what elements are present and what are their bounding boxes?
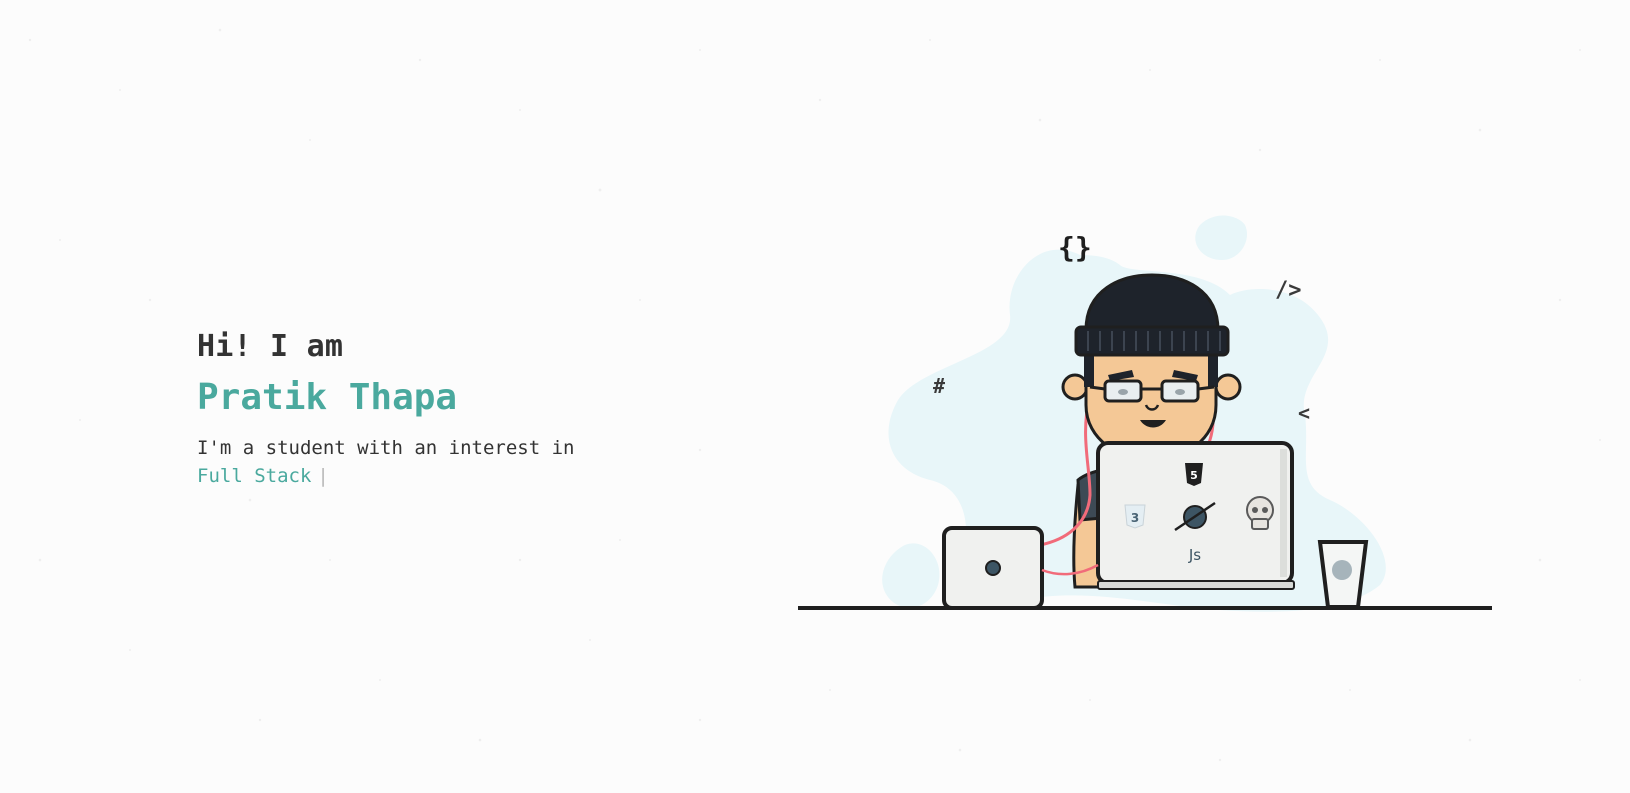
landing-page: Hi! I am Pratik Thapa I'm a student with… [0, 0, 1630, 793]
developer-illustration: {} /> # < 5 3 Js [798, 215, 1492, 612]
laptop-lid-shade [1280, 449, 1287, 577]
typing-cursor: | [317, 465, 329, 487]
typed-interest: Full Stack [197, 465, 312, 487]
glasses-arm-left [1089, 385, 1106, 391]
greeting-heading: Hi! I am [197, 329, 344, 364]
js-sticker-text: Js [1188, 546, 1201, 564]
eye-left [1118, 389, 1128, 395]
svg-text:5: 5 [1190, 469, 1198, 482]
laptop-base [1097, 580, 1295, 590]
speaker-button [985, 560, 1001, 576]
intro-text: I'm a student with an interest in [197, 437, 575, 459]
background-blob-left [882, 543, 940, 608]
beanie-band [1074, 325, 1230, 357]
hair-left [1084, 355, 1094, 387]
glass-bubble [1332, 560, 1352, 580]
css3-icon: 3 [1124, 504, 1146, 529]
hero-text: Hi! I am Pratik Thapa I'm a student with… [197, 326, 657, 490]
background-blob-small [1195, 215, 1248, 260]
eye-right [1175, 389, 1185, 395]
name-heading: Pratik Thapa [197, 377, 458, 418]
code-slash-icon: /> [1275, 278, 1302, 303]
glasses-arm-right [1197, 385, 1215, 391]
interest-line: Full Stack | [197, 462, 657, 490]
hair-right [1208, 355, 1218, 387]
hash-icon: # [933, 374, 945, 398]
svg-text:3: 3 [1131, 511, 1139, 525]
angle-bracket-icon: < [1298, 401, 1310, 425]
html5-icon: 5 [1185, 463, 1203, 486]
curly-braces-icon: {} [1058, 231, 1092, 264]
